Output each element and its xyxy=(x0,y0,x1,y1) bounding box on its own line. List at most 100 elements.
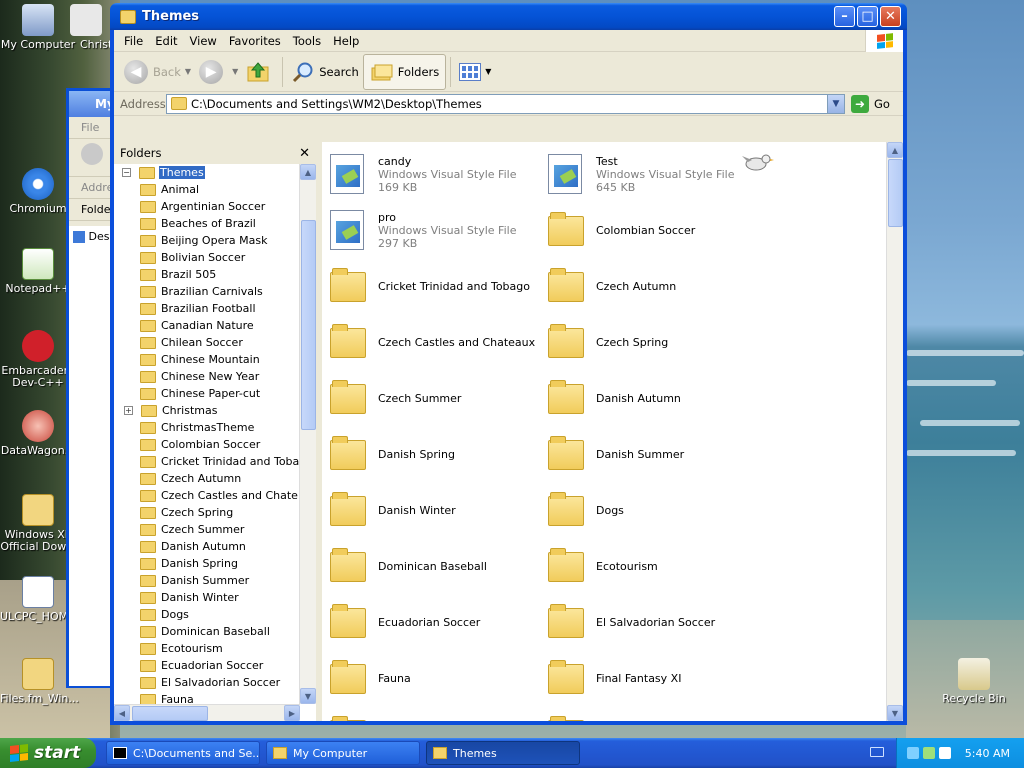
minimize-button[interactable]: – xyxy=(834,6,855,27)
go-button[interactable]: ➜ Go xyxy=(851,94,899,113)
maximize-button[interactable]: □ xyxy=(857,6,878,27)
folder-item[interactable]: Ecuadorian Soccer xyxy=(330,594,548,650)
tree-item[interactable]: Danish Spring xyxy=(114,555,300,572)
tree-item[interactable]: Argentinian Soccer xyxy=(114,198,300,215)
back-button[interactable]: ◀ Back ▼ xyxy=(120,55,195,89)
folder-item[interactable]: Czech Autumn xyxy=(548,258,766,314)
content-vertical-scrollbar[interactable]: ▲ ▼ xyxy=(886,142,903,721)
views-button[interactable]: ▼ xyxy=(455,55,495,89)
keyboard-icon[interactable] xyxy=(870,747,884,757)
tree-item[interactable]: Bolivian Soccer xyxy=(114,249,300,266)
menu-view[interactable]: View xyxy=(184,34,223,48)
tree-item[interactable]: Brazil 505 xyxy=(114,266,300,283)
folder-item[interactable]: Fauna xyxy=(330,650,548,706)
scroll-up-button[interactable]: ▲ xyxy=(300,164,316,180)
tree-item[interactable]: ChristmasTheme xyxy=(114,419,300,436)
folder-item[interactable]: Dominican Baseball xyxy=(330,538,548,594)
tree-item[interactable]: Danish Autumn xyxy=(114,538,300,555)
tree-item[interactable]: Czech Castles and Chate xyxy=(114,487,300,504)
folder-item[interactable]: Cricket Trinidad and Tobago xyxy=(330,258,548,314)
menu-edit[interactable]: Edit xyxy=(149,34,183,48)
search-button[interactable]: Search xyxy=(287,55,363,89)
desktop-icon-windows-xp-download[interactable]: Windows XP Official Dow... xyxy=(0,494,76,553)
tree-item[interactable]: Chinese New Year xyxy=(114,368,300,385)
security-icon[interactable] xyxy=(922,747,935,759)
desktop-icon-recycle-bin[interactable]: Recycle Bin xyxy=(936,658,1012,705)
scroll-down-button[interactable]: ▼ xyxy=(887,705,903,721)
folder-item[interactable]: Danish Summer xyxy=(548,426,766,482)
folders-button[interactable]: Folders xyxy=(362,53,447,90)
menu-favorites[interactable]: Favorites xyxy=(223,34,287,48)
tree-item[interactable]: Ecotourism xyxy=(114,640,300,657)
scroll-up-button[interactable]: ▲ xyxy=(887,142,903,158)
folder-item[interactable]: Finnish Winter xyxy=(548,706,766,721)
start-button[interactable]: start xyxy=(0,738,96,768)
tree-item[interactable]: Beijing Opera Mask xyxy=(114,232,300,249)
tree-item[interactable]: Fauna xyxy=(114,691,300,704)
desktop-icon-dev-cpp[interactable]: Embarcadero Dev-C++ xyxy=(0,330,76,389)
taskbar-item-command-prompt[interactable]: C:\Documents and Se... xyxy=(106,741,260,765)
folders-horizontal-scrollbar[interactable]: ◀ ▶ xyxy=(114,704,300,721)
menu-help[interactable]: Help xyxy=(327,34,365,48)
desktop-icon-christmas[interactable]: Christ xyxy=(62,4,112,51)
taskbar-item-themes[interactable]: Themes xyxy=(426,741,580,765)
tree-item[interactable]: Chilean Soccer xyxy=(114,334,300,351)
tree-item[interactable]: Czech Summer xyxy=(114,521,300,538)
desktop-icon-notepad[interactable]: Notepad++ xyxy=(0,248,76,295)
tree-item[interactable]: Animal xyxy=(114,181,300,198)
folder-item[interactable]: Danish Autumn xyxy=(548,370,766,426)
file-item[interactable]: Test Windows Visual Style File 645 KB xyxy=(548,146,766,202)
expand-icon[interactable]: + xyxy=(124,406,133,415)
close-icon[interactable]: ✕ xyxy=(299,146,310,161)
menu-file[interactable]: File xyxy=(114,34,149,48)
tree-item[interactable]: Czech Autumn xyxy=(114,470,300,487)
address-input[interactable]: C:\Documents and Settings\WM2\Desktop\Th… xyxy=(166,93,845,114)
volume-icon[interactable] xyxy=(938,747,951,759)
file-item[interactable]: pro Windows Visual Style File 297 KB xyxy=(330,202,548,258)
scroll-down-button[interactable]: ▼ xyxy=(300,688,316,704)
tree-item[interactable]: Danish Summer xyxy=(114,572,300,589)
desktop-icon-ulcpc[interactable]: ULCPC_HOM... xyxy=(0,576,79,623)
taskbar-item-my-computer[interactable]: My Computer xyxy=(266,741,420,765)
folder-item[interactable]: Finnish Autumn xyxy=(330,706,548,721)
network-icon[interactable] xyxy=(906,747,919,759)
folder-item[interactable]: Danish Spring xyxy=(330,426,548,482)
menu-tools[interactable]: Tools xyxy=(287,34,327,48)
scroll-right-button[interactable]: ▶ xyxy=(284,705,300,721)
tree-item[interactable]: Dominican Baseball xyxy=(114,623,300,640)
tree-item[interactable]: Canadian Nature xyxy=(114,317,300,334)
folder-item[interactable]: Colombian Soccer xyxy=(548,202,766,258)
folder-item[interactable]: Czech Castles and Chateaux xyxy=(330,314,548,370)
clock[interactable]: 5:40 AM xyxy=(965,747,1010,760)
scroll-left-button[interactable]: ◀ xyxy=(114,705,130,721)
desktop-icon-filesfm[interactable]: Files.fm_Win... xyxy=(0,658,79,705)
tree-item[interactable]: Brazilian Football xyxy=(114,300,300,317)
tree-item[interactable]: Beaches of Brazil xyxy=(114,215,300,232)
folder-item[interactable]: Czech Summer xyxy=(330,370,548,426)
collapse-icon[interactable]: − xyxy=(122,168,131,177)
tree-item[interactable]: Colombian Soccer xyxy=(114,436,300,453)
folder-item[interactable]: Dogs xyxy=(548,482,766,538)
folders-vertical-scrollbar[interactable]: ▲ ▼ xyxy=(299,164,316,704)
desktop-icon-datawagon[interactable]: DataWagon... xyxy=(0,410,76,457)
tree-item[interactable]: Chinese Mountain xyxy=(114,351,300,368)
forward-button[interactable]: ▶ ▼ xyxy=(195,55,242,89)
window-titlebar[interactable]: Themes – □ ✕ xyxy=(110,3,907,30)
tree-item[interactable]: Ecuadorian Soccer xyxy=(114,657,300,674)
up-folder-button[interactable] xyxy=(242,55,278,89)
file-item[interactable]: candy Windows Visual Style File 169 KB xyxy=(330,146,548,202)
scroll-thumb[interactable] xyxy=(301,220,316,430)
address-dropdown-button[interactable]: ▼ xyxy=(827,94,844,113)
tree-item[interactable]: Chinese Paper-cut xyxy=(114,385,300,402)
desktop-icon-chromium[interactable]: Chromium xyxy=(0,168,76,215)
folder-item[interactable]: El Salvadorian Soccer xyxy=(548,594,766,650)
folder-item[interactable]: Final Fantasy XI xyxy=(548,650,766,706)
back-icon[interactable] xyxy=(81,143,103,165)
tree-item[interactable]: Danish Winter xyxy=(114,589,300,606)
tree-item[interactable]: Dogs xyxy=(114,606,300,623)
tree-item[interactable]: Cricket Trinidad and Toba xyxy=(114,453,300,470)
folder-item[interactable]: Czech Spring xyxy=(548,314,766,370)
scroll-thumb[interactable] xyxy=(888,159,903,227)
scroll-thumb[interactable] xyxy=(132,705,208,721)
explorer-window-themes[interactable]: Themes – □ ✕ File Edit View Favorites To… xyxy=(110,3,907,725)
